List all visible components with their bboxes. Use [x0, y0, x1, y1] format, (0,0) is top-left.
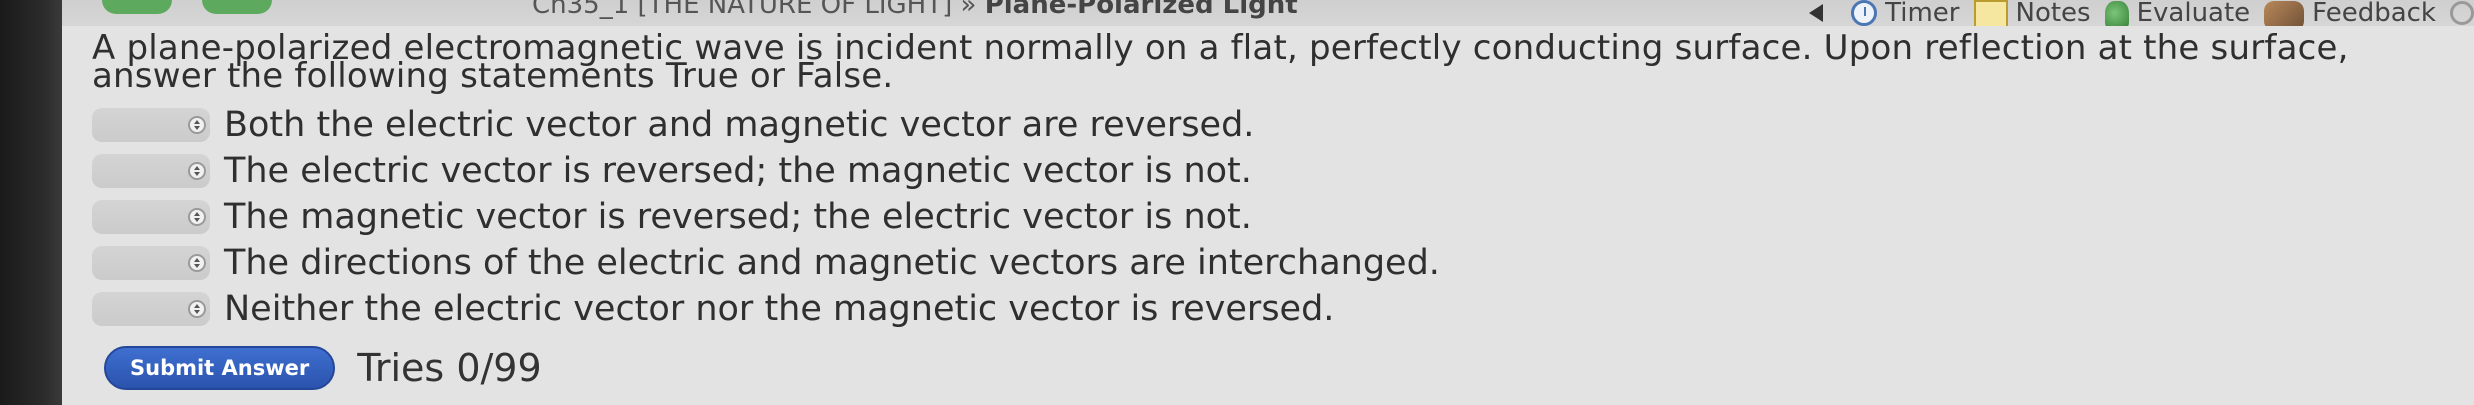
select-chevron-icon	[188, 254, 206, 272]
statement-text: The directions of the electric and magne…	[224, 243, 1440, 283]
breadcrumb-path[interactable]: Ch35_1 [THE NATURE OF LIGHT] »	[532, 0, 976, 20]
breadcrumb: Ch35_1 [THE NATURE OF LIGHT] » Plane-Pol…	[532, 0, 1298, 20]
statement-text: The magnetic vector is reversed; the ele…	[224, 197, 1252, 237]
answer-row: The magnetic vector is reversed; the ele…	[92, 194, 1440, 240]
breadcrumb-title: Plane-Polarized Light	[984, 0, 1298, 20]
feedback-icon	[2264, 1, 2305, 26]
select-chevron-icon	[188, 208, 206, 226]
answer-list: Both the electric vector and magnetic ve…	[92, 102, 1440, 332]
timer-icon	[1851, 0, 1878, 26]
true-false-select[interactable]	[92, 154, 210, 188]
tries-counter: Tries 0/99	[357, 346, 542, 390]
top-toolbar: Ch35_1 [THE NATURE OF LIGHT] » Plane-Pol…	[62, 0, 2474, 26]
tool-links: Timer Notes Evaluate Feedback	[1809, 0, 2474, 26]
submit-row: Submit Answer Tries 0/99	[104, 346, 542, 390]
select-chevron-icon	[188, 116, 206, 134]
statement-text: The electric vector is reversed; the mag…	[224, 151, 1252, 191]
true-false-select[interactable]	[92, 292, 210, 326]
timer-button[interactable]: Timer	[1851, 0, 1960, 26]
true-false-select[interactable]	[92, 200, 210, 234]
select-chevron-icon	[188, 162, 206, 180]
collapse-arrow-icon[interactable]	[1809, 4, 1824, 22]
feedback-button[interactable]: Feedback	[2264, 0, 2436, 26]
answer-row: The directions of the electric and magne…	[92, 240, 1440, 286]
question-text: A plane-polarized electromagnetic wave i…	[92, 28, 2349, 96]
statement-text: Both the electric vector and magnetic ve…	[224, 105, 1255, 145]
evaluate-label: Evaluate	[2136, 0, 2251, 26]
submit-answer-button[interactable]: Submit Answer	[104, 346, 336, 390]
back-arrow-icon[interactable]	[102, 0, 172, 14]
true-false-select[interactable]	[92, 108, 210, 142]
feedback-label: Feedback	[2312, 0, 2436, 26]
more-icon[interactable]	[2450, 1, 2474, 25]
notes-label: Notes	[2015, 0, 2091, 26]
timer-label: Timer	[1885, 0, 1960, 26]
question-panel: A plane-polarized electromagnetic wave i…	[62, 26, 2474, 405]
notes-button[interactable]: Notes	[1973, 0, 2091, 26]
evaluate-button[interactable]: Evaluate	[2104, 0, 2251, 26]
answer-row: The electric vector is reversed; the mag…	[92, 148, 1440, 194]
true-false-select[interactable]	[92, 246, 210, 280]
statement-text: Neither the electric vector nor the magn…	[224, 289, 1335, 329]
answer-row: Neither the electric vector nor the magn…	[92, 286, 1440, 332]
forward-arrow-icon[interactable]	[202, 0, 272, 14]
answer-row: Both the electric vector and magnetic ve…	[92, 102, 1440, 148]
screen-bezel	[0, 0, 62, 405]
select-chevron-icon	[188, 300, 206, 318]
evaluate-icon	[2104, 1, 2129, 26]
notes-icon	[1973, 0, 2008, 26]
